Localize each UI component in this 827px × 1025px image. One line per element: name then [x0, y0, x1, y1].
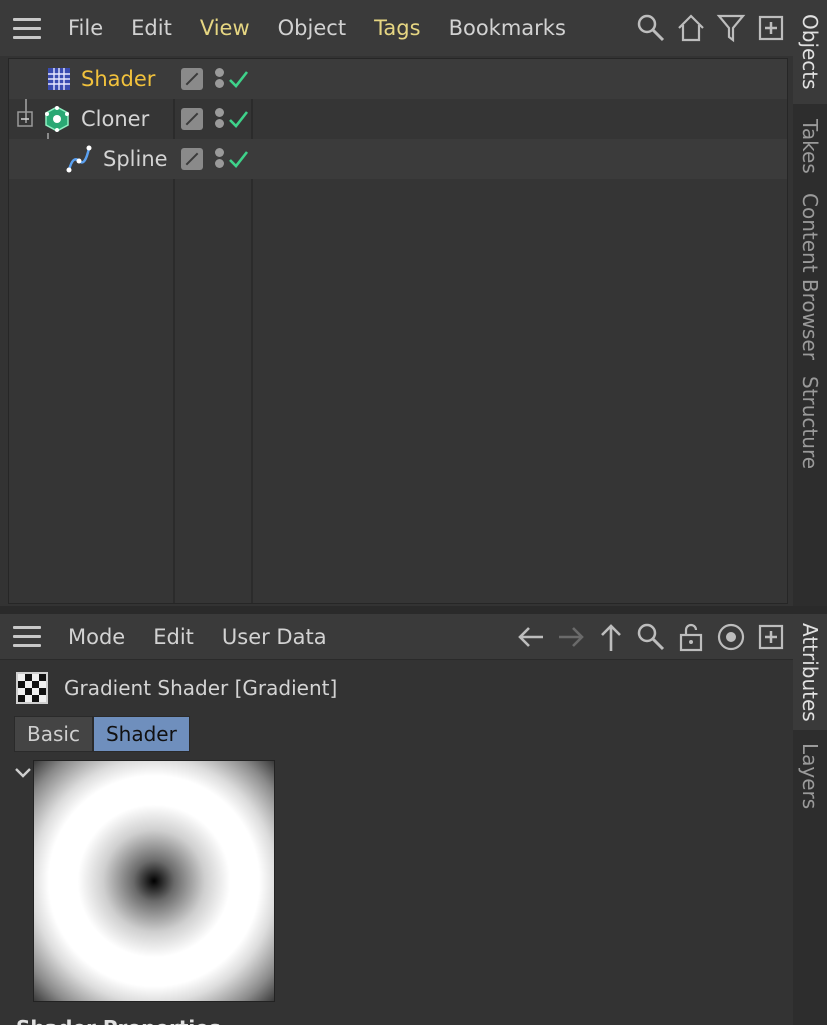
shader-grid-icon — [48, 68, 70, 90]
filter-icon[interactable] — [715, 12, 747, 44]
menu-edit[interactable]: Edit — [139, 625, 208, 649]
menu-file[interactable]: File — [54, 16, 117, 40]
hamburger-menu-icon[interactable] — [0, 0, 54, 56]
tab-attributes[interactable]: Attributes — [793, 614, 827, 730]
menu-user-data[interactable]: User Data — [208, 625, 341, 649]
object-name[interactable]: Spline — [103, 147, 168, 171]
target-icon[interactable] — [715, 621, 747, 653]
visibility-dots-icon[interactable] — [215, 146, 225, 172]
object-name[interactable]: Shader — [81, 67, 155, 91]
side-tabs-top: Objects Takes Content Browser Structure — [793, 0, 827, 606]
tab-basic[interactable]: Basic — [14, 716, 93, 752]
back-arrow-icon[interactable] — [515, 621, 547, 653]
menu-view[interactable]: View — [186, 16, 264, 40]
new-window-icon[interactable] — [755, 12, 787, 44]
tab-content-browser[interactable]: Content Browser — [793, 188, 827, 364]
forward-arrow-icon[interactable] — [555, 621, 587, 653]
menu-edit[interactable]: Edit — [117, 16, 186, 40]
object-manager-toolbar — [635, 0, 787, 56]
search-icon[interactable] — [635, 12, 667, 44]
layer-flag-icon[interactable] — [181, 108, 203, 130]
attributes-panel: Mode Edit User Data Gradient Shader [Gra… — [0, 614, 793, 1025]
object-manager-menubar: File Edit View Object Tags Bookmarks — [0, 0, 793, 56]
menu-mode[interactable]: Mode — [54, 625, 139, 649]
object-tree[interactable]: Shader Cloner Spline — [8, 58, 788, 604]
object-name[interactable]: Cloner — [81, 107, 149, 131]
menu-tags[interactable]: Tags — [360, 16, 435, 40]
search-icon[interactable] — [635, 621, 667, 653]
shader-preview — [33, 760, 275, 1002]
spline-icon — [66, 145, 92, 173]
new-window-icon[interactable] — [755, 621, 787, 653]
attribute-tabs: Basic Shader — [14, 716, 190, 752]
collapse-icon[interactable] — [17, 111, 33, 127]
menu-object[interactable]: Object — [264, 16, 360, 40]
object-row-shader[interactable]: Shader — [9, 59, 787, 99]
side-tabs-bottom: Attributes Layers — [793, 614, 827, 1025]
menu-bookmarks[interactable]: Bookmarks — [435, 16, 580, 40]
lock-icon[interactable] — [675, 621, 707, 653]
cloner-icon — [45, 106, 69, 132]
enabled-check-icon[interactable] — [227, 108, 249, 130]
tab-takes[interactable]: Takes — [793, 108, 827, 184]
object-manager-panel: File Edit View Object Tags Bookmarks Sha… — [0, 0, 793, 608]
home-icon[interactable] — [675, 12, 707, 44]
attributes-menubar: Mode Edit User Data — [0, 614, 793, 660]
enabled-check-icon[interactable] — [227, 68, 249, 90]
tab-layers[interactable]: Layers — [793, 734, 827, 818]
tab-structure[interactable]: Structure — [793, 370, 827, 476]
up-arrow-icon[interactable] — [595, 621, 627, 653]
attributes-toolbar — [515, 614, 787, 659]
enabled-check-icon[interactable] — [227, 148, 249, 170]
object-row-cloner[interactable]: Cloner — [9, 99, 787, 139]
attributes-title-row: Gradient Shader [Gradient] — [16, 672, 337, 704]
tab-shader[interactable]: Shader — [92, 716, 190, 752]
object-row-spline[interactable]: Spline — [9, 139, 787, 179]
panel-splitter[interactable] — [0, 606, 827, 614]
hamburger-menu-icon[interactable] — [0, 614, 54, 659]
layer-flag-icon[interactable] — [181, 148, 203, 170]
attributes-title: Gradient Shader [Gradient] — [64, 676, 338, 700]
visibility-dots-icon[interactable] — [215, 66, 225, 92]
checker-shader-icon — [16, 672, 48, 704]
visibility-dots-icon[interactable] — [215, 106, 225, 132]
tab-objects[interactable]: Objects — [793, 0, 827, 104]
section-heading[interactable]: Shader Properties — [16, 1016, 221, 1025]
layer-flag-icon[interactable] — [181, 68, 203, 90]
chevron-down-icon[interactable] — [14, 764, 32, 782]
